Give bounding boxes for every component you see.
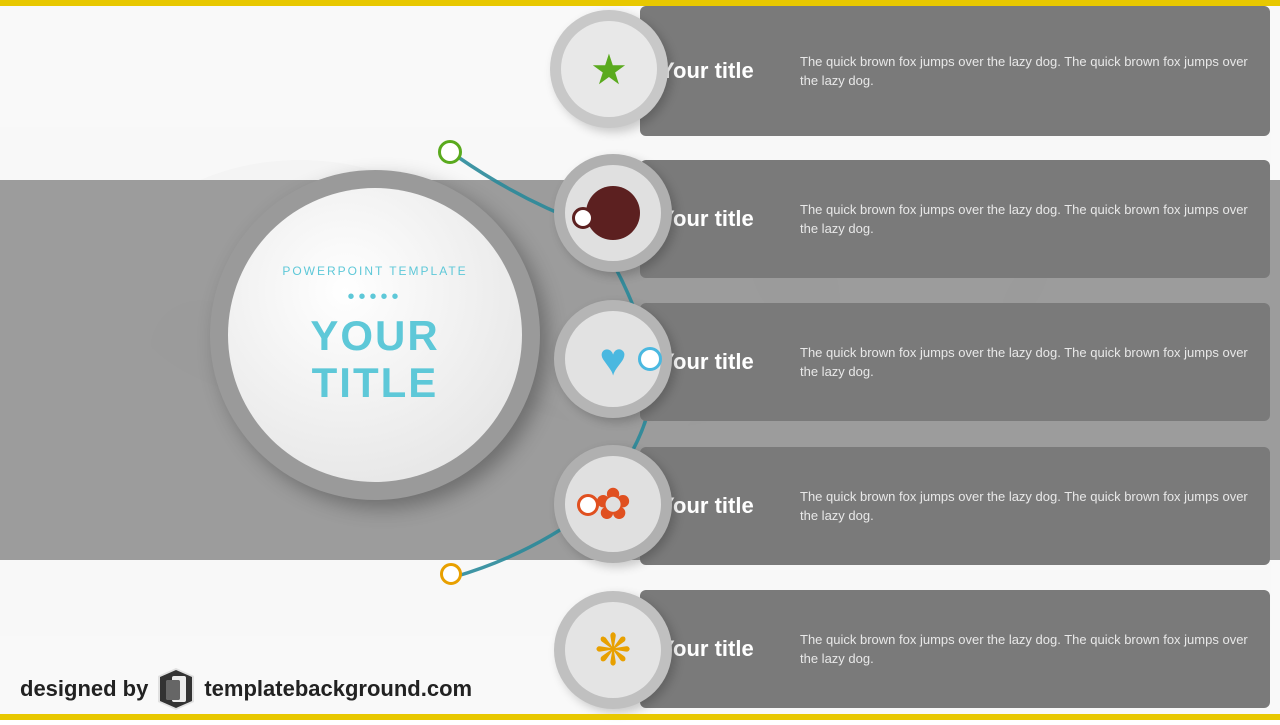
item-desc-4: The quick brown fox jumps over the lazy … xyxy=(800,487,1250,526)
item-title-2: Your title xyxy=(660,206,780,232)
item-desc-2: The quick brown fox jumps over the lazy … xyxy=(800,200,1250,239)
footer-url-text: templatebackground.com xyxy=(204,676,472,702)
item-circle-inner-5: ❋ xyxy=(565,602,661,698)
circle-title: YOURTITLE xyxy=(310,313,439,405)
info-panel-5: Your title The quick brown fox jumps ove… xyxy=(640,590,1270,708)
border-bottom xyxy=(0,714,1280,720)
item-title-1: Your title xyxy=(660,58,780,84)
info-panel-4: Your title The quick brown fox jumps ove… xyxy=(640,447,1270,565)
info-panel-3: Your title The quick brown fox jumps ove… xyxy=(640,303,1270,421)
border-top xyxy=(0,0,1280,6)
item-desc-5: The quick brown fox jumps over the lazy … xyxy=(800,630,1250,669)
info-panel-1: Your title The quick brown fox jumps ove… xyxy=(640,6,1270,136)
item-desc-1: The quick brown fox jumps over the lazy … xyxy=(800,52,1250,91)
item-title-3: Your title xyxy=(660,349,780,375)
item-desc-3: The quick brown fox jumps over the lazy … xyxy=(800,343,1250,382)
main-circle: POWERPOINT TEMPLATE ••••• YOURTITLE xyxy=(228,188,522,482)
item-circle-inner-1: ★ xyxy=(561,21,657,117)
office-icon xyxy=(158,668,194,710)
footer: designed by templatebackground.com xyxy=(20,668,472,710)
item-title-4: Your title xyxy=(660,493,780,519)
item-title-5: Your title xyxy=(660,636,780,662)
connector-dot-3 xyxy=(638,347,662,371)
info-panel-2: Your title The quick brown fox jumps ove… xyxy=(640,160,1270,278)
connector-dot-1 xyxy=(438,140,462,164)
circle-dots: ••••• xyxy=(347,286,402,309)
connector-dot-4 xyxy=(577,494,599,516)
connector-dot-5 xyxy=(440,563,462,585)
connector-dot-2 xyxy=(572,207,594,229)
circle-label: POWERPOINT TEMPLATE xyxy=(282,264,467,278)
footer-designed-text: designed by xyxy=(20,676,148,702)
